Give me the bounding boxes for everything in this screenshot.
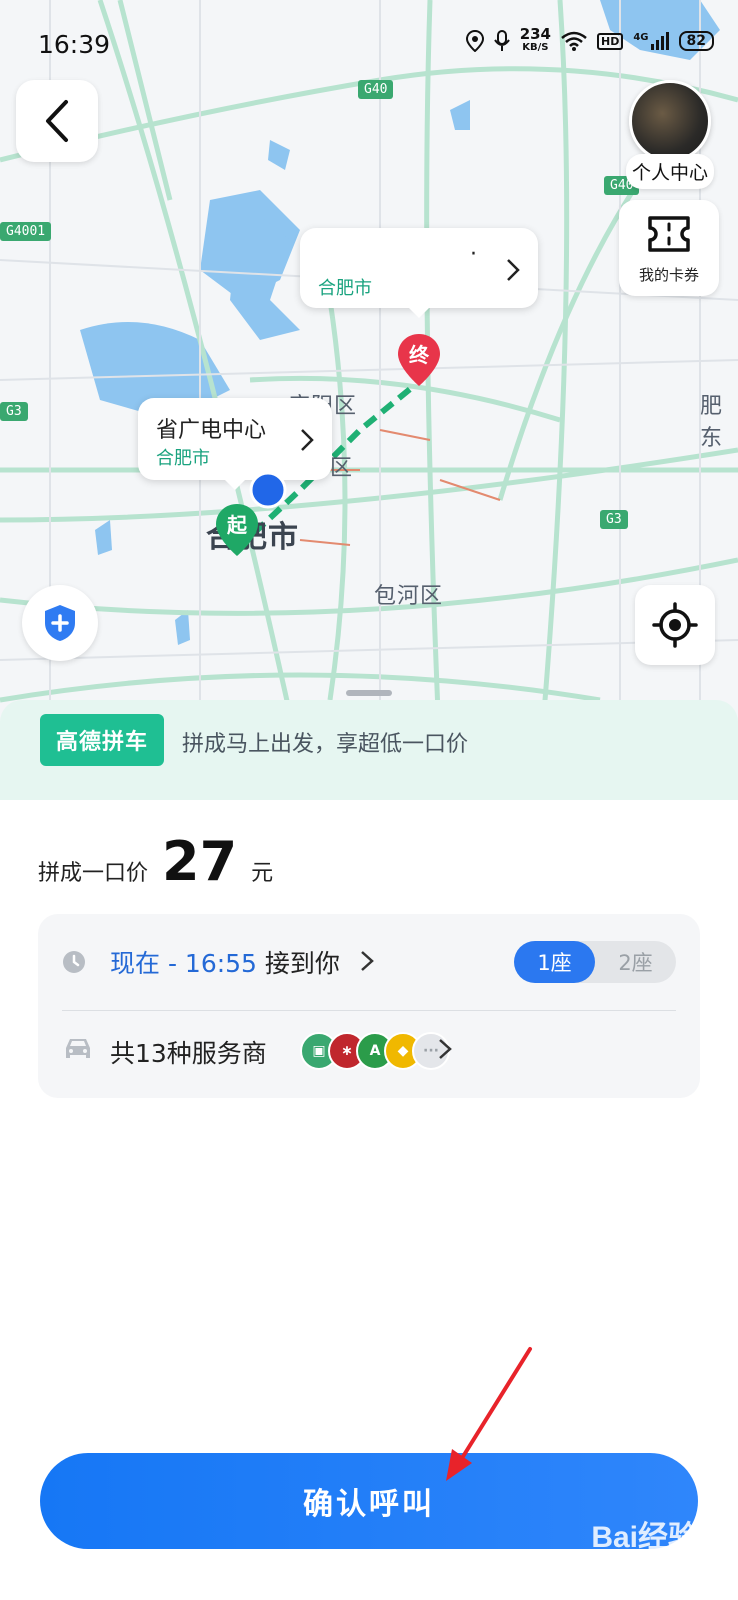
pickup-time-row[interactable]: 现在 - 16:55 接到你 1座 2座 — [38, 914, 700, 1010]
chevron-right-icon — [361, 951, 374, 971]
avatar — [629, 80, 711, 162]
origin-pin-label: 起 — [226, 513, 248, 537]
safety-button[interactable] — [22, 585, 98, 661]
chevron-right-icon — [301, 429, 314, 451]
pickup-suffix: 接到你 — [256, 949, 340, 978]
destination-pin[interactable]: 终 — [396, 332, 442, 388]
carpool-tag: 高德拼车 — [40, 714, 164, 766]
coupon-icon — [648, 216, 690, 252]
watermark-url: jingyan.baidu.com — [593, 1550, 698, 1565]
coupon-label: 我的卡券 — [638, 266, 699, 284]
sheet-drag-handle[interactable] — [346, 690, 392, 696]
district-label: 包河区 — [374, 584, 444, 609]
destination-callout[interactable]: · 合肥市 — [300, 228, 538, 318]
destination-city: 合肥市 — [318, 278, 372, 299]
clock-icon — [63, 951, 85, 973]
network-type: 4G — [633, 32, 649, 43]
my-coupons-button[interactable]: 我的卡券 — [619, 200, 719, 296]
crosshair-icon — [652, 602, 698, 648]
microphone-icon — [493, 30, 510, 51]
status-icons: 234 KB/S HD 4G 82 — [465, 25, 714, 54]
divider — [62, 1010, 676, 1011]
seat-option-1[interactable]: 1座 — [514, 941, 595, 983]
price-value: 27 — [162, 830, 238, 893]
profile-center-button[interactable]: 个人中心 — [622, 80, 718, 189]
origin-city: 合肥市 — [156, 448, 210, 469]
origin-callout[interactable]: 省广电中心 合肥市 — [138, 398, 332, 490]
provider-logos[interactable]: ▣ ∗ A ◆ ··· — [300, 1032, 450, 1070]
hd-badge: HD — [597, 32, 624, 50]
road-shield: G3 — [0, 402, 28, 421]
status-time: 16:39 — [38, 30, 111, 59]
destination-name: · — [470, 242, 477, 267]
annotation-arrow-icon — [446, 1347, 532, 1481]
status-bar: 16:39 234 KB/S HD 4G 82 — [0, 0, 738, 90]
chevron-right-icon — [439, 1039, 452, 1059]
network-speed: 234 KB/S — [519, 25, 551, 54]
pickup-time: 现在 - 16:55 — [110, 949, 257, 978]
road-shield: G3 — [600, 510, 628, 529]
profile-label: 个人中心 — [625, 154, 714, 189]
pickup-time-text: 现在 - 16:55 接到你 — [110, 944, 340, 980]
ride-options-card: 现在 - 16:55 接到你 1座 2座 共13种服务商 ▣ ∗ A ◆ ··· — [38, 914, 700, 1098]
price-unit: 元 — [251, 861, 274, 886]
seat-option-2[interactable]: 2座 — [595, 941, 676, 983]
location-icon — [465, 30, 484, 52]
origin-name: 省广电中心 — [156, 418, 267, 443]
chevron-left-icon — [46, 100, 68, 142]
map-view[interactable]: 庐阳区 区 合肥市 包河区 肥东 G40 G40 G3 G4001 G3 16:… — [0, 0, 738, 760]
baidu-watermark: Bai经验 jingyan.baidu.com — [591, 1512, 698, 1565]
shield-icon — [45, 605, 75, 641]
district-label: 肥东 — [700, 394, 724, 451]
origin-pin[interactable]: 起 — [214, 502, 260, 558]
chevron-right-icon — [507, 259, 520, 281]
banner-text: 拼成马上出发，享超低一口价 — [182, 732, 469, 757]
order-sheet: 拼成一口价 27 元 现在 - 16:55 接到你 1座 2座 共13种服务商 … — [0, 800, 738, 1600]
battery-indicator: 82 — [678, 31, 714, 51]
seat-toggle[interactable]: 1座 2座 — [514, 941, 676, 983]
speed-value: 234 — [519, 25, 551, 43]
wifi-icon — [561, 31, 587, 51]
providers-text[interactable]: 共13种服务商 — [110, 1034, 267, 1070]
destination-pin-label: 终 — [409, 343, 430, 367]
price-row: 拼成一口价 27 元 — [38, 830, 273, 893]
price-prefix: 拼成一口价 — [38, 861, 149, 886]
road-shield: G4001 — [0, 222, 52, 241]
locate-me-button[interactable] — [635, 585, 715, 665]
signal-icon: 4G — [633, 32, 669, 50]
car-icon — [66, 1039, 90, 1058]
speed-unit: KB/S — [522, 42, 549, 53]
back-button[interactable] — [16, 80, 98, 162]
district-label: 区 — [330, 456, 354, 481]
carpool-banner: 高德拼车 拼成马上出发，享超低一口价 — [0, 700, 738, 800]
